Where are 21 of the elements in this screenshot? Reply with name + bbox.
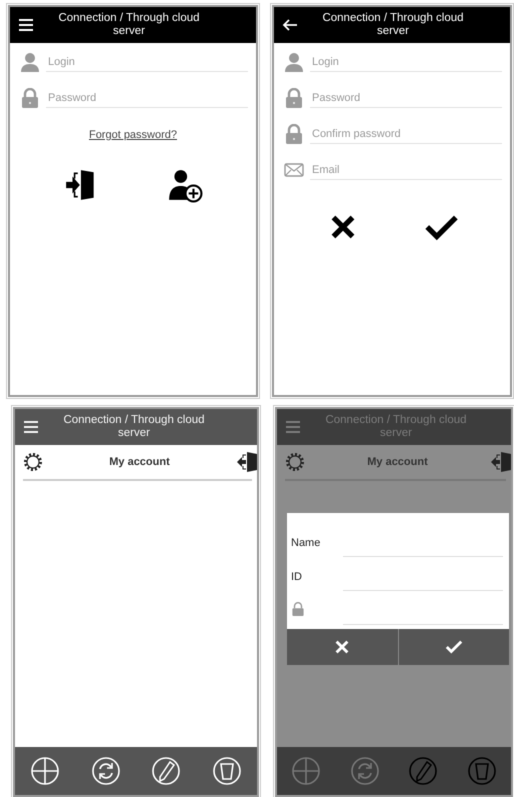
field-label: Name xyxy=(291,537,322,551)
account-title: My account xyxy=(367,456,428,468)
checkmark-icon xyxy=(444,638,463,656)
header-title: Connection / Through cloud server xyxy=(62,414,206,440)
header-title: Connection / Through cloud server xyxy=(324,414,468,440)
header-title: Connection / Through cloud server xyxy=(321,12,465,38)
lock-icon xyxy=(20,88,40,108)
person-icon xyxy=(284,52,304,72)
person-icon xyxy=(20,52,40,72)
back-arrow-icon[interactable] xyxy=(282,18,298,32)
field-label: ID xyxy=(291,571,303,585)
lock-icon xyxy=(291,601,305,617)
account-title: My account xyxy=(109,456,170,468)
add-user-icon[interactable] xyxy=(166,167,202,203)
header-title: Connection / Through cloud server xyxy=(57,12,201,38)
exit-door-icon[interactable] xyxy=(236,451,257,473)
forgot-password-link[interactable]: Forgot password? xyxy=(88,129,178,141)
close-icon xyxy=(333,638,352,656)
lock-icon xyxy=(284,124,304,144)
lock-icon xyxy=(284,88,304,108)
settings-icon[interactable] xyxy=(23,452,43,472)
